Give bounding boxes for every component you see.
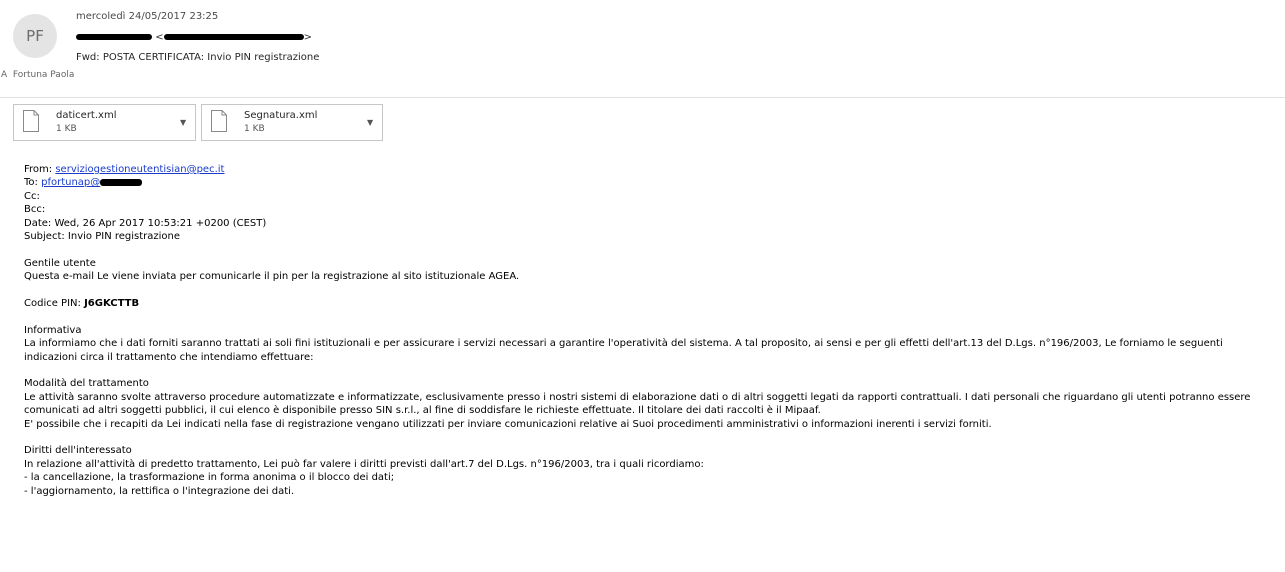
header-divider (0, 97, 1285, 98)
attachment-name: Segnatura.xml (244, 110, 318, 121)
bcc-line: Bcc: (24, 204, 46, 216)
pin-line: Codice PIN: J6GKCTTB (24, 298, 140, 310)
to-line: To: pfortunap@ (24, 176, 1274, 189)
chevron-down-icon[interactable]: ▼ (180, 118, 186, 127)
pin-value: J6GKCTTB (84, 298, 140, 310)
to-prefix: A (1, 70, 8, 80)
avatar[interactable]: PF (13, 14, 57, 58)
cc-line: Cc: (24, 190, 40, 202)
sender[interactable]: < > (76, 32, 312, 43)
message-body: From: serviziogestioneutentisian@pec.it … (24, 163, 1274, 498)
modalita-text-2: E' possibile che i recapiti da Lei indic… (24, 418, 992, 430)
from-email-link[interactable]: serviziogestioneutentisian@pec.it (55, 164, 224, 175)
recipient-name[interactable]: Fortuna Paola (13, 70, 74, 80)
diritti-title: Diritti dell'interessato (24, 445, 132, 457)
document-icon (211, 110, 227, 132)
recipient-line: A Fortuna Paola (1, 70, 74, 80)
chevron-down-icon[interactable]: ▼ (367, 118, 373, 127)
informativa-title: Informativa (24, 324, 82, 336)
greeting: Gentile utente (24, 257, 96, 269)
sender-bracket-open: < (155, 32, 164, 43)
attachment-segnatura[interactable]: Segnatura.xml 1 KB ▼ (201, 104, 383, 141)
received-date: mercoledì 24/05/2017 23:25 (76, 11, 219, 22)
modalita-text: Le attività saranno svolte attraverso pr… (24, 391, 1251, 417)
attachment-daticert[interactable]: daticert.xml 1 KB ▼ (13, 104, 196, 141)
redacted-sender-email (163, 34, 304, 40)
date-line: Date: Wed, 26 Apr 2017 10:53:21 +0200 (C… (24, 217, 267, 229)
informativa-text: La informiamo che i dati forniti saranno… (24, 338, 1223, 363)
email-subject: Fwd: POSTA CERTIFICATA: Invio PIN regist… (76, 52, 320, 63)
sender-bracket-close: > (303, 32, 312, 43)
redacted-sender-name (76, 34, 152, 40)
document-icon (23, 110, 39, 132)
to-email-link[interactable]: pfortunap@ (41, 177, 100, 188)
subject-line: Subject: Invio PIN registrazione (24, 231, 181, 243)
attachment-name: daticert.xml (56, 110, 117, 121)
attachment-size: 1 KB (244, 124, 265, 134)
from-line: From: serviziogestioneutentisian@pec.it (24, 164, 225, 175)
attachment-size: 1 KB (56, 124, 77, 134)
redacted-email-domain (100, 178, 143, 186)
diritti-item-1: - la cancellazione, la trasformazione in… (24, 472, 395, 484)
diritti-text: In relazione all'attività di predetto tr… (24, 458, 704, 470)
diritti-item-2: - l'aggiornamento, la rettifica o l'inte… (24, 485, 295, 497)
modalita-title: Modalità del trattamento (24, 378, 149, 390)
intro-text: Questa e-mail Le viene inviata per comun… (24, 271, 520, 283)
